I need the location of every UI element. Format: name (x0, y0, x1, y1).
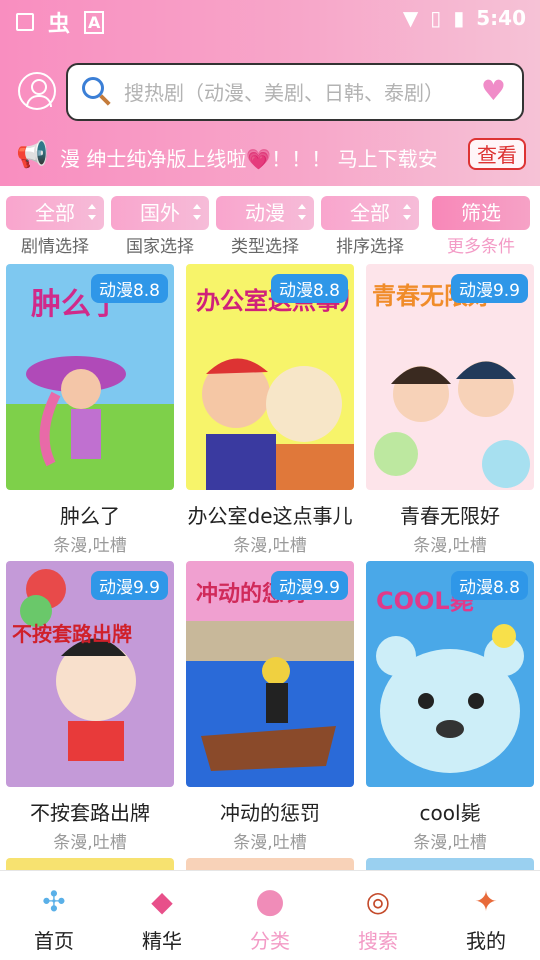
comic-tags: 条漫,吐槽 (413, 833, 487, 853)
filter-value: 全部 (350, 201, 390, 225)
filter-sort[interactable]: 全部 排序选择 (321, 196, 419, 257)
filter-label: 国家选择 (126, 237, 194, 257)
search-bar[interactable]: ♥ (66, 63, 524, 121)
tab-label: 精华 (142, 929, 182, 953)
comic-tags: 条漫,吐槽 (233, 833, 307, 853)
comic-title: 肿么了 (60, 504, 120, 528)
status-bar: 虫 A ▼ ▯ ▮ 5:40 (0, 0, 540, 37)
candy-icon: ✦ (474, 884, 498, 918)
filter-more[interactable]: 筛选 更多条件 (432, 196, 530, 257)
target-icon: ◎ (365, 884, 391, 918)
tab-label: 分类 (250, 929, 290, 953)
rating-badge: 动漫8.8 (90, 274, 168, 303)
comic-grid: 肿么了 动漫8.8 肿么了 条漫,吐槽 办公室这点事儿 动漫8.8 办公室de这… (0, 258, 540, 870)
comic-tags: 条漫,吐槽 (233, 536, 307, 556)
filter-label: 类型选择 (231, 237, 299, 257)
comic-cover[interactable]: COOL毙 动漫8.8 (366, 561, 534, 787)
comic-card[interactable]: 青春无限好 动漫9.9 青春无限好 条漫,吐槽 (366, 264, 534, 556)
comic-cover[interactable]: 办公室这点事儿 动漫8.8 (186, 264, 354, 490)
tab-label: 搜索 (358, 929, 398, 953)
wifi-icon: ▼ (402, 6, 419, 30)
search-input[interactable] (122, 75, 466, 111)
heart-icon: ♥ (480, 74, 506, 107)
font-icon: A (84, 10, 105, 34)
rating-badge: 动漫9.9 (270, 571, 348, 600)
comic-title: 不按套路出牌 (30, 801, 150, 825)
comic-card[interactable]: 不按套路出牌 动漫9.9 不按套路出牌 条漫,吐槽 (6, 561, 174, 853)
rating-badge: 动漫8.8 (270, 274, 348, 303)
notice-text: 漫 绅士纯净版上线啦💗！！！ 马上下载安 (60, 147, 438, 171)
filter-value: 国外 (140, 201, 180, 225)
filter-more-label: 更多条件 (447, 237, 515, 257)
comic-cover-partial[interactable] (6, 858, 174, 870)
tab-label: 我的 (466, 929, 506, 953)
tab-featured[interactable]: ◆ 精华 (108, 879, 216, 954)
comic-card[interactable]: 肿么了 动漫8.8 肿么了 条漫,吐槽 (6, 264, 174, 556)
comic-tags: 条漫,吐槽 (413, 536, 487, 556)
comic-card[interactable]: COOL毙 动漫8.8 cool毙 条漫,吐槽 (366, 561, 534, 853)
diamond-icon: ◆ (151, 884, 173, 918)
tab-home[interactable]: ✣ 首页 (0, 879, 108, 954)
filter-value: 全部 (35, 201, 75, 225)
rating-badge: 动漫9.9 (90, 571, 168, 600)
filter-more-button[interactable]: 筛选 (432, 196, 530, 230)
filter-country[interactable]: 国外 国家选择 (111, 196, 209, 257)
no-sim-icon: ▯ (430, 6, 442, 30)
location-pin-icon: ● (255, 881, 285, 921)
comic-card[interactable]: 冲动的惩罚 动漫9.9 冲动的惩罚 条漫,吐槽 (186, 561, 354, 853)
comic-cover[interactable]: 不按套路出牌 动漫9.9 (6, 561, 174, 787)
bottom-tab-bar: ✣ 首页 ◆ 精华 ● 分类 ◎ 搜索 ✦ 我的 (0, 870, 540, 960)
header: 虫 A ▼ ▯ ▮ 5:40 ♥ 📢 漫 绅士纯净版上线啦💗！！！ 马上下载安 … (0, 0, 540, 186)
tab-label: 首页 (34, 929, 74, 953)
status-time: 5:40 (476, 6, 526, 30)
comic-title: 冲动的惩罚 (220, 801, 320, 825)
megaphone-icon: 📢 (16, 140, 49, 170)
comic-title: 青春无限好 (400, 504, 500, 528)
filter-bar: 全部 剧情选择 国外 国家选择 动漫 类型选择 全部 排序选择 筛选 更多条件 (0, 186, 540, 258)
filter-label: 剧情选择 (21, 237, 89, 257)
tab-mine[interactable]: ✦ 我的 (432, 879, 540, 954)
app-icon: 虫 (48, 12, 71, 37)
comic-cover-partial[interactable] (366, 858, 534, 870)
svg-text:不按套路出牌: 不按套路出牌 (12, 622, 132, 646)
pinwheel-icon: ✣ (42, 884, 66, 918)
comic-cover[interactable]: 青春无限好 动漫9.9 (366, 264, 534, 490)
notice-view-button[interactable]: 查看 (468, 138, 526, 170)
filter-value: 动漫 (245, 201, 285, 225)
comic-cover[interactable]: 冲动的惩罚 动漫9.9 (186, 561, 354, 787)
comic-title: cool毙 (419, 801, 481, 825)
avatar-icon[interactable] (18, 72, 56, 110)
comic-title: 办公室de这点事儿 (187, 504, 353, 528)
filter-type[interactable]: 动漫 类型选择 (216, 196, 314, 257)
rating-badge: 动漫8.8 (450, 571, 528, 600)
image-icon (16, 13, 34, 31)
comic-cover[interactable]: 肿么了 动漫8.8 (6, 264, 174, 490)
comic-tags: 条漫,吐槽 (53, 536, 127, 556)
filter-plot[interactable]: 全部 剧情选择 (6, 196, 104, 257)
rating-badge: 动漫9.9 (450, 274, 528, 303)
comic-cover-partial[interactable] (186, 858, 354, 870)
tab-search[interactable]: ◎ 搜索 (324, 879, 432, 954)
comic-card[interactable]: 办公室这点事儿 动漫8.8 办公室de这点事儿 条漫,吐槽 (186, 264, 354, 556)
tab-category[interactable]: ● 分类 (216, 879, 324, 954)
notice-bar: 📢 漫 绅士纯净版上线啦💗！！！ 马上下载安 查看 (12, 138, 528, 174)
search-icon (82, 77, 104, 99)
filter-label: 排序选择 (336, 237, 404, 257)
comic-tags: 条漫,吐槽 (53, 833, 127, 853)
battery-charging-icon: ▮ (453, 6, 465, 30)
